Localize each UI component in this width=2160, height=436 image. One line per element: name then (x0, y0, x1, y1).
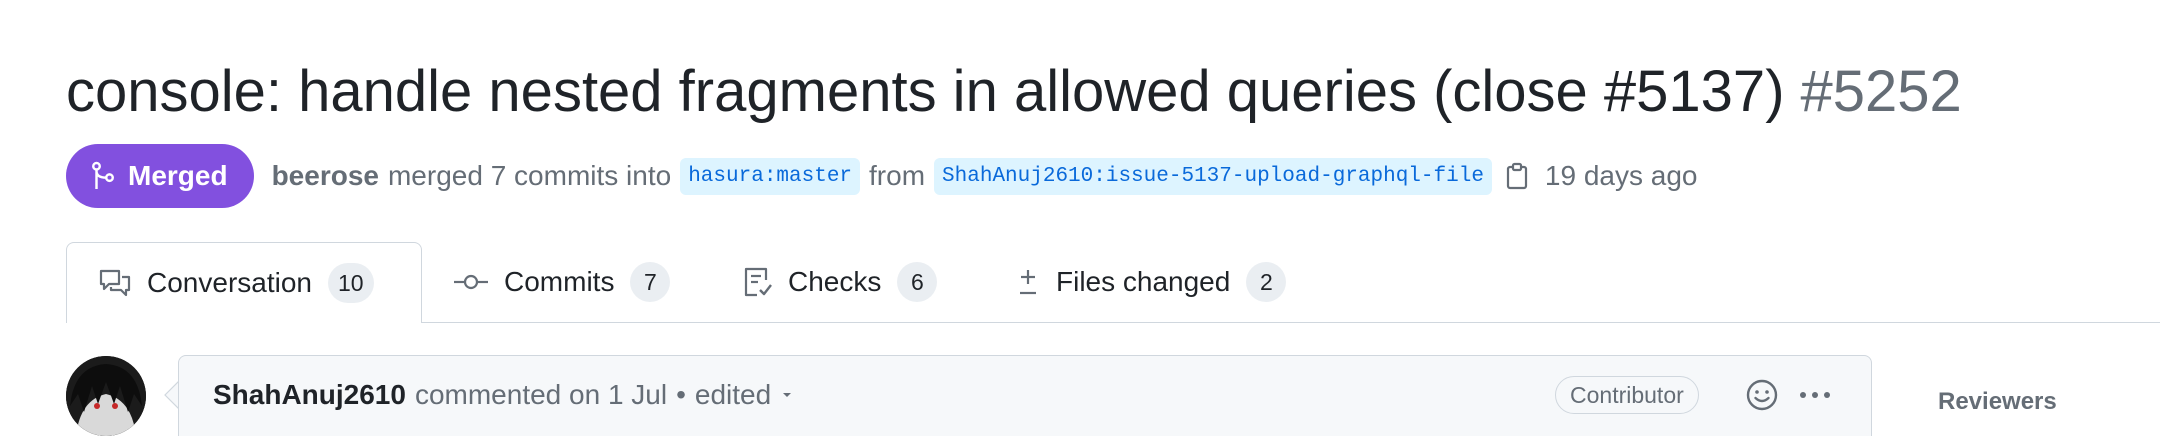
tab-counter: 2 (1246, 262, 1287, 302)
tab-counter: 6 (897, 262, 938, 302)
edited-dropdown[interactable]: edited (695, 379, 793, 411)
kebab-horizontal-icon (1800, 392, 1830, 398)
more-options-button[interactable] (1797, 378, 1833, 417)
pr-title-row: console: handle nested fragments in allo… (66, 52, 1962, 132)
tab-checks[interactable]: Checks 6 (744, 242, 938, 322)
pr-tabs: Conversation 10 Commits 7 Checks 6 Files… (66, 242, 2160, 323)
state-label: Merged (128, 160, 228, 191)
tab-files-changed[interactable]: Files changed 2 (1016, 242, 1287, 322)
tab-label: Conversation (147, 267, 312, 298)
tab-conversation[interactable]: Conversation 10 (66, 242, 422, 323)
pr-meta: Merged beerose merged 7 commits into has… (66, 144, 1698, 208)
comment-author-link[interactable]: ShahAnuj2610 (213, 379, 406, 411)
comment-box: ShahAnuj2610 commented on 1 Jul • edited… (178, 355, 1872, 436)
tab-counter: 10 (327, 263, 374, 303)
head-branch[interactable]: ShahAnuj2610:issue-5137-upload-graphql-f… (934, 157, 1492, 195)
comment-header: ShahAnuj2610 commented on 1 Jul • edited (213, 356, 793, 434)
avatar[interactable] (66, 356, 146, 436)
tab-label: Commits (504, 266, 615, 297)
merge-action-text: merged 7 commits into (387, 160, 672, 191)
checklist-icon (744, 267, 772, 297)
tab-counter: 7 (630, 262, 671, 302)
tab-label: Files changed (1056, 266, 1231, 297)
merger-link[interactable]: beerose (272, 160, 379, 192)
edited-label: edited (694, 379, 772, 410)
tab-label: Checks (788, 266, 882, 297)
file-diff-icon (1020, 270, 1036, 295)
tab-commits[interactable]: Commits 7 (454, 242, 671, 322)
git-commit-icon (454, 274, 488, 290)
smiley-icon (1746, 379, 1778, 411)
pr-title: console: handle nested fragments in allo… (66, 59, 1785, 124)
separator: • (676, 379, 686, 410)
caret-down-icon (783, 393, 792, 397)
contributor-badge: Contributor (1555, 376, 1699, 414)
git-merge-icon (92, 161, 114, 189)
merged-time: 19 days ago (1544, 160, 1698, 191)
reviewers-heading[interactable]: Reviewers (1938, 388, 2057, 416)
base-branch[interactable]: hasura:master (680, 157, 861, 195)
add-reaction-button[interactable] (1745, 378, 1779, 417)
merged-state-badge: Merged (66, 144, 254, 208)
from-text: from (869, 160, 926, 191)
copy-branch-icon[interactable] (1505, 162, 1529, 190)
comment-discussion-icon (99, 269, 131, 297)
pr-number: #5252 (1800, 59, 1962, 124)
comment-action-link[interactable]: commented on 1 Jul (415, 379, 667, 411)
